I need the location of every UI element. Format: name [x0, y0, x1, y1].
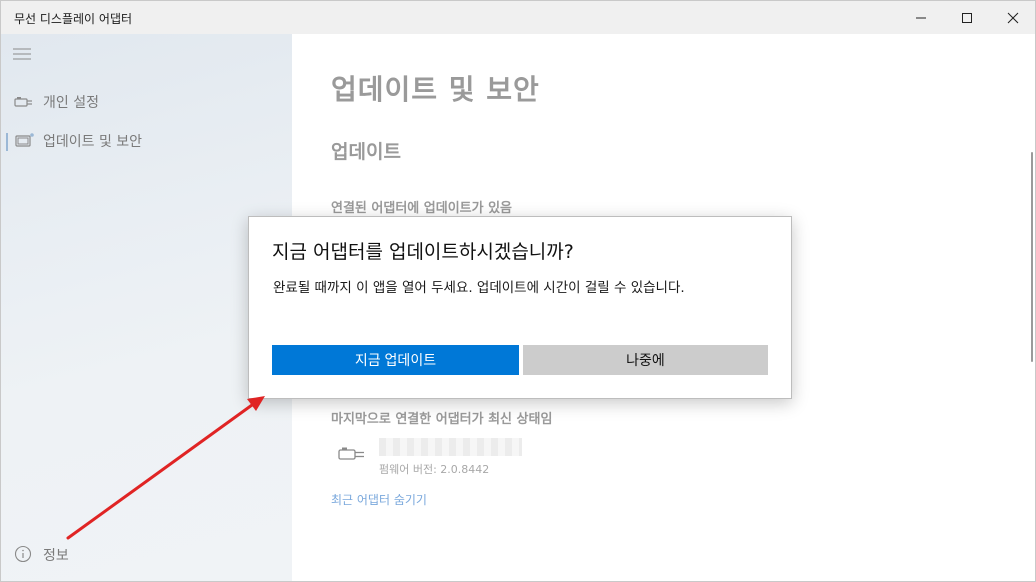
- app-window: 무선 디스플레이 어댑터 개인 설정 업데이트 및 보안 정보 업데이트 및 보…: [0, 0, 1036, 582]
- sidebar-item-label: 정보: [43, 548, 69, 564]
- close-icon: [1007, 12, 1019, 23]
- section-title: 업데이트: [331, 141, 401, 163]
- dialog-title: 지금 어댑터를 업데이트하시겠습니까?: [272, 241, 574, 263]
- dialog-message: 완료될 때까지 이 앱을 열어 두세요. 업데이트에 시간이 걸릴 수 있습니다…: [273, 280, 685, 296]
- adapter-name-redacted: [379, 438, 522, 456]
- maximize-icon: [962, 12, 972, 23]
- hamburger-button[interactable]: [13, 46, 31, 60]
- later-button[interactable]: 나중에: [523, 345, 768, 375]
- adapter-icon: [14, 97, 32, 107]
- page-title: 업데이트 및 보안: [331, 73, 540, 106]
- update-now-button[interactable]: 지금 업데이트: [272, 345, 519, 375]
- window-title: 무선 디스플레이 어댑터: [14, 12, 133, 26]
- info-icon: [14, 545, 32, 563]
- last-adapter-status: 마지막으로 연결한 어댑터가 최신 상태임: [331, 412, 553, 427]
- close-button[interactable]: [990, 1, 1035, 34]
- minimize-icon: [916, 17, 926, 18]
- adapter-icon: [338, 447, 364, 460]
- sidebar-item-label: 업데이트 및 보안: [43, 134, 143, 150]
- update-confirm-dialog: 지금 어댑터를 업데이트하시겠습니까? 완료될 때까지 이 앱을 열어 두세요.…: [248, 216, 792, 399]
- scrollbar[interactable]: [1031, 152, 1033, 362]
- hamburger-icon: [13, 48, 31, 60]
- minimize-button[interactable]: [898, 1, 944, 34]
- update-status-text: 연결된 어댑터에 업데이트가 있음: [331, 201, 513, 216]
- active-indicator: [6, 133, 8, 151]
- sidebar-item-label: 개인 설정: [43, 95, 99, 111]
- sidebar-item-personalization[interactable]: 개인 설정: [1, 85, 292, 119]
- firmware-version: 펌웨어 버전: 2.0.8442: [379, 463, 490, 476]
- hide-recent-adapters-link[interactable]: 최근 어댑터 숨기기: [331, 491, 427, 508]
- update-icon: [15, 133, 34, 147]
- sidebar-item-info[interactable]: 정보: [1, 537, 121, 571]
- maximize-button[interactable]: [944, 1, 990, 34]
- title-bar: 무선 디스플레이 어댑터: [1, 1, 1035, 34]
- sidebar-item-update-security[interactable]: 업데이트 및 보안: [1, 124, 292, 158]
